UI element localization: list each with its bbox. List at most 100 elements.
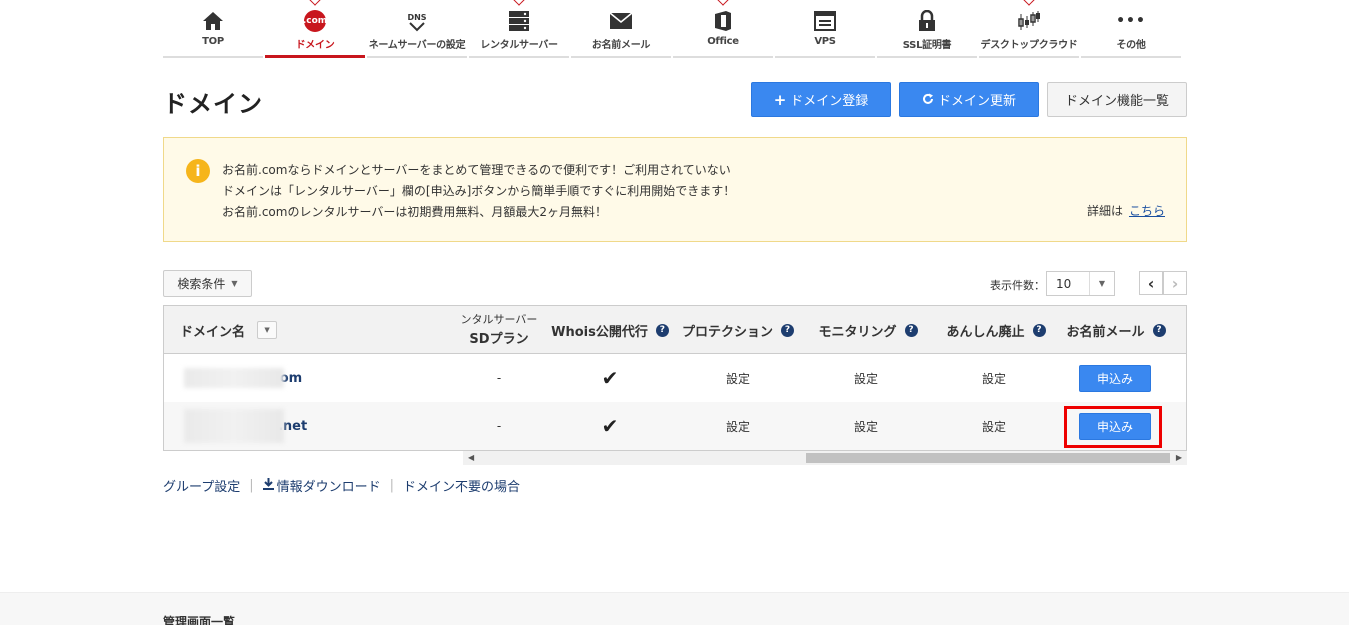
nav-item-domain[interactable]: .com ドメイン [265,0,365,58]
nav-label: レンタルサーバー [480,40,558,51]
whois-cell: ✔ [550,402,670,450]
anshin-setting-link[interactable]: 設定 [934,402,1054,450]
bottom-links: グループ設定 | 情報ダウンロード | ドメイン不要の場合 [163,476,520,495]
top-nav: TOP .com ドメイン DNS ネームサーバーの設定 レンタルサーバー お名… [163,0,1187,58]
info-line: ドメインは「レンタルサーバー」欄の[申込み]ボタンから簡単手順ですぐに利用開始で… [222,184,736,198]
nav-label: ネームサーバーの設定 [368,40,466,51]
anshin-setting-link[interactable]: 設定 [934,354,1054,402]
protection-setting-link[interactable]: 設定 [678,402,798,450]
lock-icon [877,9,977,33]
scrollbar-thumb[interactable] [806,453,1170,463]
help-icon[interactable]: ? [904,323,918,337]
search-conditions-button[interactable]: 検索条件 ▼ [163,270,252,297]
detail-link[interactable]: こちら [1129,204,1165,218]
mail-cell: 申込み [1054,354,1176,402]
caret-down-icon [513,0,525,6]
dns-icon: DNS [367,9,467,33]
protection-setting-link[interactable]: 設定 [678,354,798,402]
help-icon[interactable]: ? [655,323,669,337]
table-header: ドメイン名 ▼ ンタルサーバー SDプラン Whois公開代行? プロテクション… [164,306,1186,354]
refresh-icon [922,91,934,109]
nav-item-rental-server[interactable]: レンタルサーバー [469,0,569,58]
svg-text:DNS: DNS [407,13,426,22]
next-page-button[interactable]: › [1163,271,1187,295]
column-header: あんしん廃止 [946,324,1025,340]
table-row: ).net - ✔ 設定 設定 設定 申込み [164,402,1186,450]
caret-down-icon: ▼ [231,279,238,288]
domain-register-button[interactable]: + ドメイン登録 [751,82,891,117]
prev-page-button[interactable]: ‹ [1139,271,1163,295]
info-download-link[interactable]: 情報ダウンロード [277,476,381,495]
domain-table: ドメイン名 ▼ ンタルサーバー SDプラン Whois公開代行? プロテクション… [163,305,1187,451]
domain-cell: ).net [174,402,434,450]
column-header: プロテクション [681,324,773,340]
table-row: com - ✔ 設定 設定 設定 申込み [164,354,1186,402]
nav-label: デスクトップクラウド [980,40,1078,51]
nav-label: VPS [814,36,836,47]
horizontal-scrollbar[interactable]: ◀ ▶ [463,451,1187,465]
col-protection: プロテクション? [678,306,798,354]
help-icon[interactable]: ? [1032,323,1046,337]
home-icon [163,9,263,33]
nav-item-vps[interactable]: VPS [775,0,875,58]
nav-label: その他 [1116,40,1146,51]
button-label: ドメイン機能一覧 [1064,94,1169,109]
help-icon[interactable]: ? [1152,323,1166,337]
button-label: 検索条件 [177,277,226,291]
nav-item-nameserver[interactable]: DNS ネームサーバーの設定 [367,0,467,58]
info-line: お名前.comのレンタルサーバーは初期費用無料、月額最大2ヶ月無料！ [222,205,607,219]
info-notice: i お名前.comならドメインとサーバーをまとめて管理できるので便利です！ご利用… [163,137,1187,242]
column-header: ドメイン名 [180,324,246,340]
download-icon [262,477,274,494]
col-whois: Whois公開代行? [550,306,670,354]
help-icon[interactable]: ? [781,323,794,337]
scroll-left-icon[interactable]: ◀ [468,451,474,465]
per-page-select[interactable]: 10 ▼ [1046,271,1115,296]
domain-features-button[interactable]: ドメイン機能一覧 [1047,82,1187,117]
office-icon [673,9,773,33]
sort-dropdown-icon[interactable]: ▼ [257,321,278,339]
nav-item-desktop-cloud[interactable]: デスクトップクラウド [979,0,1079,58]
divider: | [389,478,395,493]
nav-item-ssl[interactable]: SSL証明書 [877,0,977,58]
domain-renew-button[interactable]: ドメイン更新 [899,82,1039,117]
per-page-value: 10 [1056,277,1072,291]
nav-label: Office [707,36,739,47]
caret-down-icon: ▼ [1098,279,1105,288]
column-header: ンタルサーバー [460,313,538,326]
chevron-left-icon: ‹ [1147,273,1155,293]
scroll-right-icon[interactable]: ▶ [1176,451,1182,465]
footer-title: 管理画面一覧 [163,615,236,625]
rental-cell: - [496,371,502,385]
more-icon-glyph: ••• [1116,13,1146,29]
footer: 管理画面一覧 [0,592,1349,625]
nav-label: TOP [202,36,224,47]
info-detail: 詳細は こちら [1087,202,1165,219]
caret-down-icon [309,0,321,6]
check-icon: ✔ [601,366,619,390]
domain-cell: com [174,354,434,402]
nav-item-office[interactable]: Office [673,0,773,58]
domain-unneeded-link[interactable]: ドメイン不要の場合 [403,476,520,495]
monitoring-setting-link[interactable]: 設定 [806,354,926,402]
redacted-domain [184,368,284,388]
mail-icon [571,9,671,33]
col-monitoring: モニタリング? [808,306,928,354]
divider [1089,272,1090,295]
plus-icon: + [773,90,787,109]
group-settings-link[interactable]: グループ設定 [163,476,240,495]
nav-item-mail[interactable]: お名前メール [571,0,671,58]
nav-item-other[interactable]: ••• その他 [1081,0,1181,58]
column-header: モニタリング [818,324,897,340]
redacted-domain [184,409,284,443]
monitoring-setting-link[interactable]: 設定 [806,402,926,450]
button-label: ドメイン更新 [937,94,1016,109]
com-icon: .com [303,10,327,32]
vps-icon [775,9,875,33]
nav-item-top[interactable]: TOP [163,0,263,58]
column-header: お名前メール [1066,324,1145,340]
server-icon [469,9,569,33]
mail-apply-button[interactable]: 申込み [1079,364,1151,392]
divider: | [249,478,254,493]
per-page-label: 表示件数： [990,279,1045,292]
